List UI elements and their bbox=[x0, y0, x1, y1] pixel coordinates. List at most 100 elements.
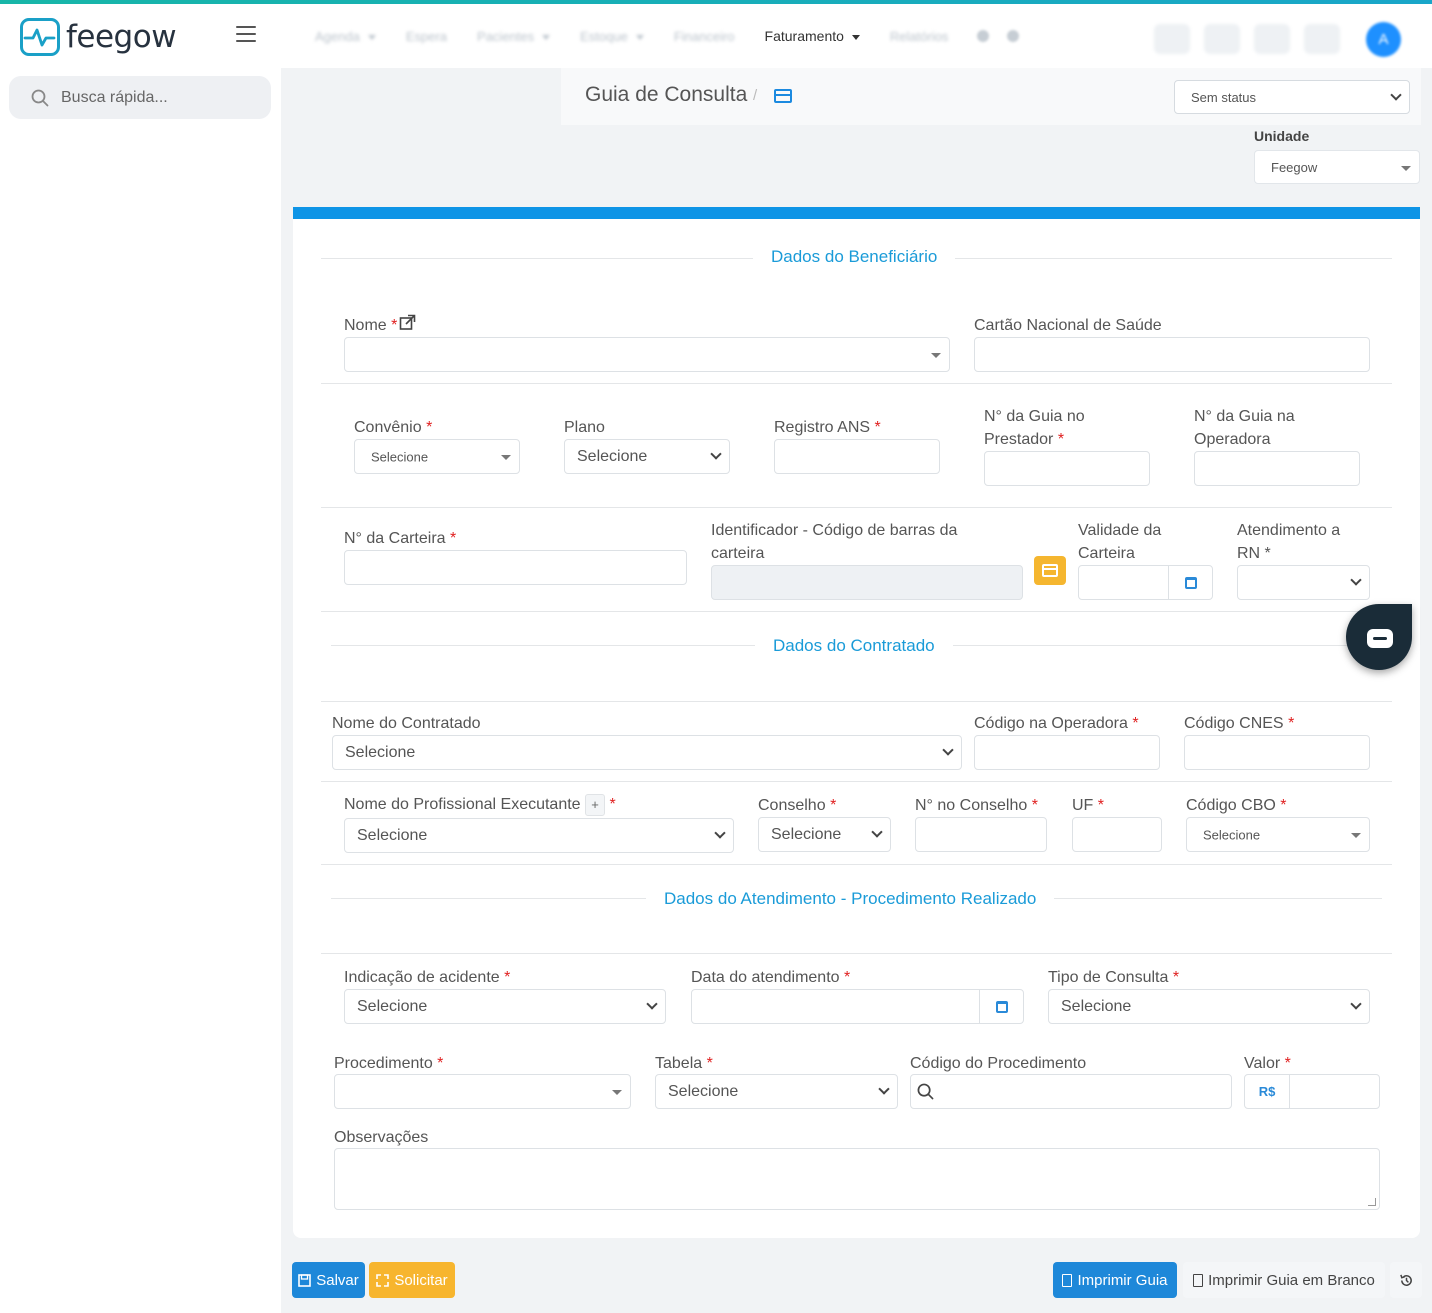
menu-icon[interactable] bbox=[236, 26, 256, 42]
caret-down-icon bbox=[367, 34, 376, 40]
cbo-select[interactable]: Selecione bbox=[1186, 817, 1370, 852]
nav-espera[interactable]: Espera bbox=[391, 29, 462, 44]
data-atendimento-label: Data do atendimento * bbox=[691, 969, 851, 986]
notifications-icon[interactable] bbox=[1254, 24, 1290, 54]
cnes-input[interactable] bbox=[1184, 735, 1370, 770]
nav-relatorios[interactable]: Relatórios bbox=[875, 29, 964, 44]
chevron-down-icon bbox=[1390, 89, 1402, 101]
codigo-procedimento-label: Código do Procedimento bbox=[910, 1055, 1087, 1072]
print-guide-button[interactable]: Imprimir Guia bbox=[1053, 1262, 1177, 1298]
status-select[interactable]: Sem status bbox=[1174, 80, 1410, 114]
uf-input[interactable] bbox=[1072, 817, 1162, 852]
profissional-select[interactable]: Selecione bbox=[344, 818, 734, 853]
n-conselho-input[interactable] bbox=[915, 817, 1047, 852]
user-avatar[interactable]: A bbox=[1366, 22, 1401, 57]
tabela-select[interactable]: Selecione bbox=[655, 1074, 898, 1109]
solicitar-button[interactable]: Solicitar bbox=[369, 1262, 455, 1298]
validade-input[interactable] bbox=[1078, 565, 1213, 600]
observacoes-textarea[interactable] bbox=[334, 1148, 1380, 1210]
section-title-beneficiario: Dados do Beneficiário bbox=[753, 247, 956, 267]
printer-icon[interactable] bbox=[1154, 24, 1190, 54]
valor-input[interactable]: R$ bbox=[1244, 1074, 1380, 1109]
chevron-down-icon bbox=[942, 744, 954, 756]
procedimento-label: Procedimento * bbox=[334, 1055, 444, 1072]
chevron-down-icon bbox=[714, 827, 726, 839]
conselho-label: Conselho * bbox=[758, 797, 837, 814]
carteira-label: N° da Carteira * bbox=[344, 530, 457, 547]
rn-select[interactable] bbox=[1237, 565, 1370, 600]
guia-operadora-input[interactable] bbox=[1194, 451, 1360, 486]
plano-select[interactable]: Selecione bbox=[564, 439, 730, 474]
identificador-input bbox=[711, 565, 1023, 600]
divider bbox=[321, 781, 1392, 782]
print-blank-guide-button[interactable]: Imprimir Guia em Branco bbox=[1183, 1262, 1385, 1298]
registro-ans-label: Registro ANS * bbox=[774, 419, 881, 436]
conselho-select[interactable]: Selecione bbox=[758, 817, 891, 852]
currency-addon: R$ bbox=[1245, 1075, 1290, 1108]
quick-search-input[interactable]: Busca rápida... bbox=[9, 76, 271, 119]
tipo-consulta-select[interactable]: Selecione bbox=[1048, 989, 1370, 1024]
unidade-label: Unidade bbox=[1254, 128, 1310, 144]
expand-icon bbox=[376, 1273, 390, 1287]
messages-icon[interactable] bbox=[1304, 24, 1340, 54]
nome-select[interactable] bbox=[344, 337, 950, 372]
nome-contratado-select[interactable]: Selecione bbox=[332, 735, 962, 770]
nav-agenda[interactable]: Agenda bbox=[300, 29, 391, 44]
caret-down-icon bbox=[612, 1090, 622, 1095]
external-link-icon[interactable] bbox=[399, 314, 416, 331]
credit-card-icon bbox=[774, 89, 792, 103]
tipo-consulta-label: Tipo de Consulta * bbox=[1048, 969, 1180, 986]
unidade-select[interactable]: Feegow bbox=[1254, 150, 1420, 184]
guia-prestador-input[interactable] bbox=[984, 451, 1150, 486]
nav-estoque[interactable]: Estoque bbox=[565, 29, 659, 44]
cnes-label: Código CNES * bbox=[1184, 715, 1295, 732]
caret-down-icon bbox=[501, 455, 511, 460]
chat-widget-button[interactable] bbox=[1346, 604, 1412, 670]
validade-label: Validade da Carteira bbox=[1078, 522, 1162, 562]
history-button[interactable] bbox=[1390, 1262, 1422, 1298]
identificador-label: Identificador - Código de barras da carte… bbox=[711, 522, 958, 562]
data-atendimento-input[interactable] bbox=[691, 989, 1024, 1024]
guia-prestador-label: N° da Guia no Prestador * bbox=[984, 408, 1085, 448]
registro-ans-input[interactable] bbox=[774, 439, 940, 474]
procedimento-select[interactable] bbox=[334, 1074, 631, 1109]
carteira-input[interactable] bbox=[344, 550, 687, 585]
plano-label: Plano bbox=[564, 419, 605, 436]
observacoes-label: Observações bbox=[334, 1129, 429, 1146]
acidente-select[interactable]: Selecione bbox=[344, 989, 666, 1024]
calendar-icon[interactable] bbox=[1168, 566, 1213, 599]
caret-down-icon bbox=[931, 353, 941, 358]
resize-handle-icon[interactable] bbox=[1368, 1198, 1376, 1206]
search-icon bbox=[31, 89, 49, 106]
nome-contratado-label: Nome do Contratado bbox=[332, 715, 481, 732]
document-icon bbox=[1062, 1273, 1073, 1287]
divider bbox=[321, 953, 1392, 954]
main-nav: Agenda Espera Pacientes Estoque Financei… bbox=[300, 4, 1033, 68]
codigo-operadora-input[interactable] bbox=[974, 735, 1160, 770]
cbo-label: Código CBO * bbox=[1186, 797, 1287, 814]
convenio-select[interactable]: Selecione bbox=[354, 439, 520, 474]
nav-faturamento[interactable]: Faturamento bbox=[750, 28, 875, 44]
cartao-input[interactable] bbox=[974, 337, 1370, 372]
section-title-atendimento: Dados do Atendimento - Procedimento Real… bbox=[646, 889, 1055, 909]
settings-icon[interactable] bbox=[1007, 30, 1020, 42]
nav-pacientes[interactable]: Pacientes bbox=[462, 29, 565, 44]
chevron-down-icon bbox=[1350, 574, 1362, 586]
calendar-icon[interactable] bbox=[979, 990, 1024, 1023]
globe-icon[interactable] bbox=[977, 30, 990, 42]
uf-label: UF * bbox=[1072, 797, 1105, 814]
barcode-scan-button[interactable] bbox=[1034, 556, 1066, 585]
save-button[interactable]: Salvar bbox=[292, 1262, 365, 1298]
history-icon bbox=[1399, 1274, 1412, 1286]
divider bbox=[321, 383, 1392, 384]
section-title-contratado: Dados do Contratado bbox=[755, 636, 953, 656]
top-icon-group bbox=[1154, 24, 1340, 54]
feegow-logo[interactable]: feegow bbox=[20, 18, 177, 56]
grid-icon[interactable] bbox=[1204, 24, 1240, 54]
codigo-operadora-label: Código na Operadora * bbox=[974, 715, 1139, 732]
add-profissional-button[interactable]: + bbox=[585, 793, 606, 816]
guia-form-card: Dados do Beneficiário Nome * Cartão Naci… bbox=[293, 207, 1420, 1238]
nav-financeiro[interactable]: Financeiro bbox=[659, 29, 750, 44]
codigo-procedimento-input[interactable] bbox=[910, 1074, 1232, 1109]
valor-label: Valor * bbox=[1244, 1055, 1291, 1072]
